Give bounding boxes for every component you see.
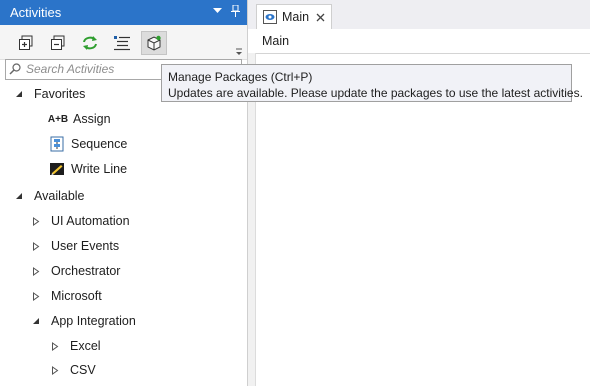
tree-node-app-integration[interactable]: App Integration — [31, 310, 136, 332]
sequence-icon — [49, 136, 65, 152]
expanded-arrow-icon[interactable] — [14, 89, 24, 99]
tree-node-user-events[interactable]: User Events — [31, 235, 119, 257]
tree-node-label: Microsoft — [51, 289, 102, 303]
show-categories-button[interactable] — [109, 31, 135, 55]
tree-node-excel[interactable]: Excel — [50, 335, 101, 357]
tree-node-label: Excel — [70, 339, 101, 353]
tree-node-label: Available — [34, 189, 85, 203]
write-line-icon — [49, 161, 65, 177]
tree-node-label: CSV — [70, 363, 96, 377]
workflow-file-icon — [263, 10, 277, 24]
tree-node-ui-automation[interactable]: UI Automation — [31, 210, 130, 232]
tree-node-orchestrator[interactable]: Orchestrator — [31, 260, 120, 282]
tooltip-message: Updates are available. Please update the… — [168, 86, 583, 100]
expand-all-button[interactable] — [13, 31, 39, 55]
tab-label: Main — [282, 10, 310, 24]
collapsed-arrow-icon[interactable] — [50, 341, 60, 351]
manage-packages-icon — [147, 35, 161, 51]
document-tab-strip: Main — [248, 0, 590, 29]
collapsed-arrow-icon[interactable] — [31, 216, 41, 226]
activity-item-assign[interactable]: A+B Assign — [47, 108, 111, 130]
collapse-all-button[interactable] — [45, 31, 71, 55]
assign-icon: A+B — [47, 113, 69, 125]
tree-node-csv[interactable]: CSV — [50, 359, 96, 381]
expand-all-icon — [19, 35, 33, 50]
panel-title-bar: Activities — [0, 0, 247, 25]
panel-options-dropdown-icon[interactable] — [211, 3, 223, 19]
manage-packages-tooltip: Manage Packages (Ctrl+P) Updates are ava… — [161, 64, 583, 102]
tree-node-available[interactable]: Available — [14, 185, 85, 207]
activities-panel: Activities Search Activities Favorites A… — [0, 0, 248, 386]
tree-node-label: Orchestrator — [51, 264, 121, 278]
breadcrumb-item-main[interactable]: Main — [262, 34, 289, 48]
tree-node-favorites[interactable]: Favorites — [14, 83, 85, 105]
collapse-all-icon — [51, 35, 65, 50]
tree-node-microsoft[interactable]: Microsoft — [31, 285, 102, 307]
collapsed-arrow-icon[interactable] — [31, 266, 41, 276]
activity-label: Sequence — [71, 137, 128, 151]
designer-canvas-gutter — [248, 53, 256, 386]
refresh-icon — [83, 36, 97, 50]
search-icon — [9, 63, 21, 75]
collapsed-arrow-icon[interactable] — [50, 365, 60, 375]
tree-node-label: User Events — [51, 239, 120, 253]
refresh-button[interactable] — [77, 31, 103, 55]
tree-node-label: Favorites — [34, 87, 86, 101]
tree-node-label: App Integration — [51, 314, 136, 328]
activity-item-write-line[interactable]: Write Line — [49, 158, 127, 180]
activity-label: Assign — [73, 112, 111, 126]
designer-panel: Main Main — [248, 0, 590, 386]
manage-packages-button[interactable] — [141, 31, 167, 55]
activities-toolbar — [0, 25, 247, 60]
tree-node-label: UI Automation — [51, 214, 130, 228]
close-icon[interactable] — [316, 13, 325, 22]
categories-icon — [114, 36, 130, 51]
activity-item-sequence[interactable]: Sequence — [49, 133, 127, 155]
tab-main[interactable]: Main — [256, 4, 332, 29]
breadcrumb: Main — [248, 29, 590, 54]
expanded-arrow-icon[interactable] — [31, 316, 41, 326]
tooltip-title: Manage Packages (Ctrl+P) — [168, 70, 313, 84]
panel-title: Activities — [10, 5, 62, 20]
activity-label: Write Line — [71, 162, 128, 176]
toolbar-overflow-icon[interactable] — [235, 48, 243, 56]
pin-icon[interactable] — [229, 3, 241, 19]
collapsed-arrow-icon[interactable] — [31, 241, 41, 251]
expanded-arrow-icon[interactable] — [14, 191, 24, 201]
collapsed-arrow-icon[interactable] — [31, 291, 41, 301]
